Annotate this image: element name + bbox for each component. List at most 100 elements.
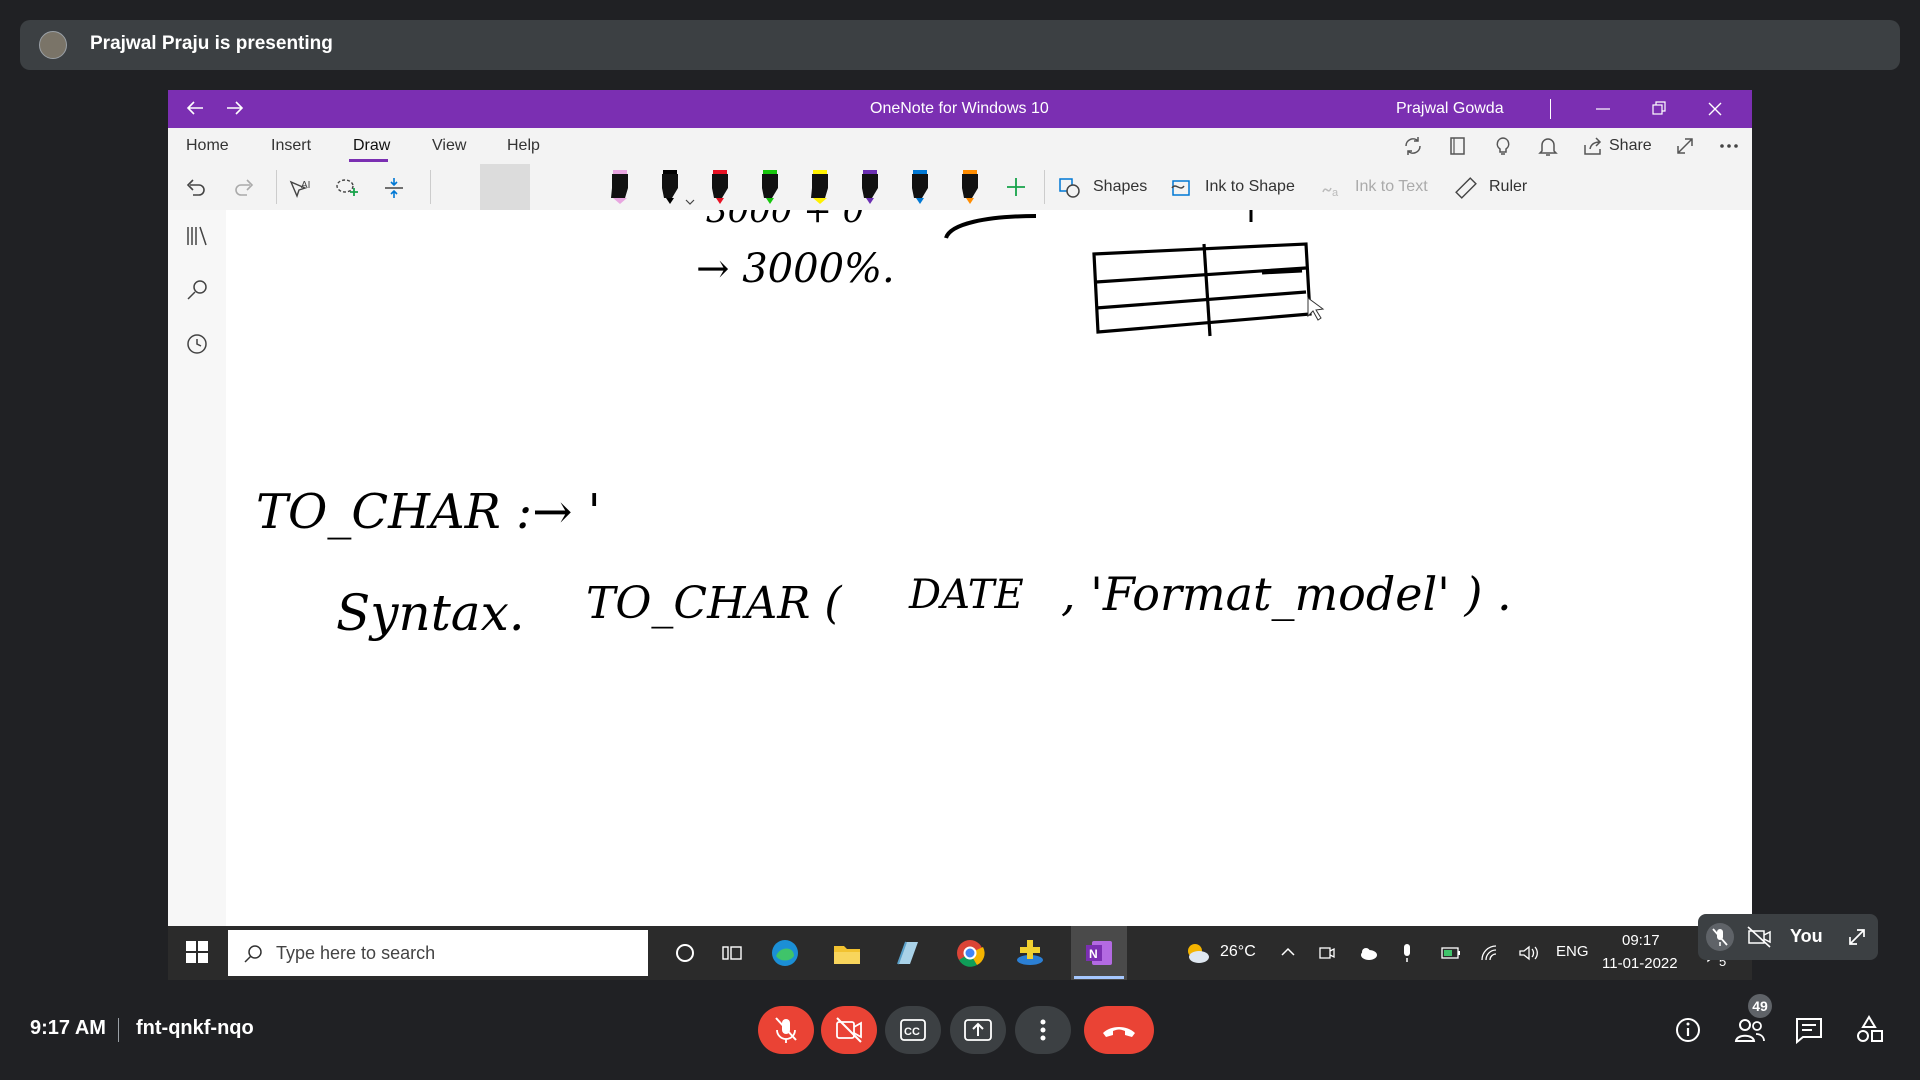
onenote-app-icon[interactable]: N: [1084, 938, 1114, 968]
ink-to-shape-icon[interactable]: [1170, 176, 1194, 200]
user-name[interactable]: Prajwal Gowda: [1396, 100, 1504, 118]
fullscreen-icon[interactable]: [1674, 135, 1696, 157]
mic-toggle-button[interactable]: [758, 1006, 814, 1054]
back-arrow-icon[interactable]: [184, 97, 206, 119]
type-select-icon[interactable]: AI: [288, 176, 314, 200]
expand-icon[interactable]: [1846, 926, 1868, 948]
share-button[interactable]: Share: [1609, 137, 1652, 155]
presenting-banner: Prajwal Praju is presenting: [20, 20, 1900, 70]
tab-insert[interactable]: Insert: [271, 137, 311, 155]
tab-view[interactable]: View: [432, 137, 466, 155]
ruler-button[interactable]: Ruler: [1489, 178, 1527, 196]
activities-icon[interactable]: [1854, 1014, 1884, 1044]
forward-arrow-icon[interactable]: [224, 97, 246, 119]
more-options-button[interactable]: [1015, 1006, 1071, 1054]
shapes-icon[interactable]: [1058, 176, 1082, 200]
green-pen-icon[interactable]: [758, 168, 782, 206]
ink-syntax: Syntax.: [336, 584, 525, 642]
add-space-icon[interactable]: [382, 176, 406, 200]
restore-icon[interactable]: [1650, 100, 1668, 118]
task-view-icon[interactable]: [720, 941, 744, 965]
cortana-icon[interactable]: [673, 941, 697, 965]
captions-button[interactable]: CC: [885, 1006, 941, 1054]
notes-app-icon[interactable]: [892, 938, 922, 968]
window-title: OneNote for Windows 10: [870, 100, 1049, 117]
sync-icon[interactable]: [1402, 135, 1424, 157]
meet-now-icon[interactable]: [1318, 944, 1336, 962]
meeting-time: 9:17 AM: [30, 1017, 106, 1039]
handwriting-ink: 3000 + 0 → 3000%. TO_CHAR :→ ' Syntax. T…: [256, 210, 1512, 642]
svg-text:N: N: [1089, 947, 1098, 961]
notebook-icon[interactable]: [1447, 135, 1469, 157]
active-app-indicator: [1074, 976, 1124, 979]
lightbulb-icon[interactable]: [1492, 135, 1514, 157]
pink-highlighter-icon[interactable]: [608, 168, 632, 206]
navigation-rail: [168, 210, 227, 926]
chat-icon[interactable]: [1794, 1016, 1824, 1044]
ruler-icon[interactable]: [1454, 176, 1478, 200]
chevron-down-icon[interactable]: [685, 176, 695, 206]
ink-format-model: , 'Format_model' ) .: [1061, 567, 1512, 621]
language-indicator[interactable]: ENG: [1556, 943, 1589, 960]
clock-date[interactable]: 11-01-2022: [1602, 955, 1678, 972]
volume-icon[interactable]: [1518, 944, 1540, 962]
weather-temp[interactable]: 26°C: [1220, 943, 1256, 961]
microphone-icon[interactable]: [1400, 942, 1414, 964]
search-icon[interactable]: [185, 278, 211, 302]
active-tab-indicator: [349, 159, 388, 162]
leave-call-button[interactable]: [1084, 1006, 1154, 1054]
notebooks-icon[interactable]: [185, 224, 211, 248]
orange-pen-icon[interactable]: [958, 168, 982, 206]
tab-help[interactable]: Help: [507, 137, 540, 155]
presenting-text: Prajwal Praju is presenting: [90, 33, 333, 54]
yellow-highlighter-icon[interactable]: [808, 168, 832, 206]
svg-text:AI: AI: [301, 180, 310, 191]
chrome-icon[interactable]: [955, 938, 985, 968]
people-icon[interactable]: [1734, 1016, 1766, 1044]
present-button[interactable]: [950, 1006, 1006, 1054]
windows-taskbar: Type here to search N 26°C ENG 09:17 11-…: [168, 926, 1752, 980]
blue-pen-icon[interactable]: [908, 168, 932, 206]
windows-start-icon[interactable]: [186, 941, 208, 963]
weather-icon[interactable]: [1182, 940, 1212, 966]
undo-icon[interactable]: [184, 176, 208, 200]
onedrive-icon[interactable]: [1358, 944, 1378, 962]
edge-browser-icon[interactable]: [770, 938, 800, 968]
redo-icon[interactable]: [232, 176, 256, 200]
meeting-code[interactable]: fnt-qnkf-nqo: [136, 1017, 254, 1040]
tab-home[interactable]: Home: [186, 137, 229, 155]
black-pen-icon[interactable]: [658, 168, 682, 206]
ribbon-tabs: Home Insert Draw View Help Share: [168, 128, 1752, 164]
shapes-button[interactable]: Shapes: [1093, 178, 1147, 196]
camera-toggle-button[interactable]: [821, 1006, 877, 1054]
meeting-info-icon[interactable]: [1674, 1016, 1702, 1044]
search-placeholder: Type here to search: [276, 943, 436, 963]
windows-search-box[interactable]: Type here to search: [228, 930, 648, 976]
participant-count-badge: 49: [1748, 994, 1772, 1018]
ink-scribble: [944, 214, 1037, 239]
self-view-tile[interactable]: You: [1698, 914, 1878, 960]
share-icon[interactable]: [1582, 135, 1604, 157]
ink-line-2: → 3000%.: [696, 246, 895, 292]
lasso-select-icon[interactable]: [334, 176, 360, 200]
clock-time[interactable]: 09:17: [1622, 932, 1660, 949]
add-pen-icon[interactable]: [1004, 175, 1028, 199]
bell-icon[interactable]: [1537, 135, 1559, 157]
purple-pen-icon[interactable]: [858, 168, 882, 206]
show-hidden-icons-chevron-icon[interactable]: [1280, 944, 1296, 960]
red-pen-icon[interactable]: [708, 168, 732, 206]
ink-to-shape-button[interactable]: Ink to Shape: [1205, 178, 1295, 196]
close-icon[interactable]: [1706, 100, 1724, 118]
note-canvas[interactable]: 3000 + 0 → 3000%. TO_CHAR :→ ' Syntax. T…: [226, 210, 1752, 926]
svg-text:CC: CC: [904, 1026, 920, 1038]
file-explorer-icon[interactable]: [832, 940, 862, 966]
draw-toolbar: AI Shapes Ink to Shape a Ink to Text Rul…: [168, 164, 1752, 211]
recent-clock-icon[interactable]: [185, 332, 211, 356]
app-cross-icon[interactable]: [1014, 936, 1046, 968]
onenote-title-bar: OneNote for Windows 10 Prajwal Gowda: [168, 90, 1752, 128]
battery-icon[interactable]: [1440, 944, 1462, 962]
tab-draw[interactable]: Draw: [353, 137, 390, 155]
more-options-icon[interactable]: [1718, 135, 1740, 157]
minimize-icon[interactable]: [1594, 100, 1612, 118]
wifi-icon[interactable]: [1480, 944, 1500, 962]
